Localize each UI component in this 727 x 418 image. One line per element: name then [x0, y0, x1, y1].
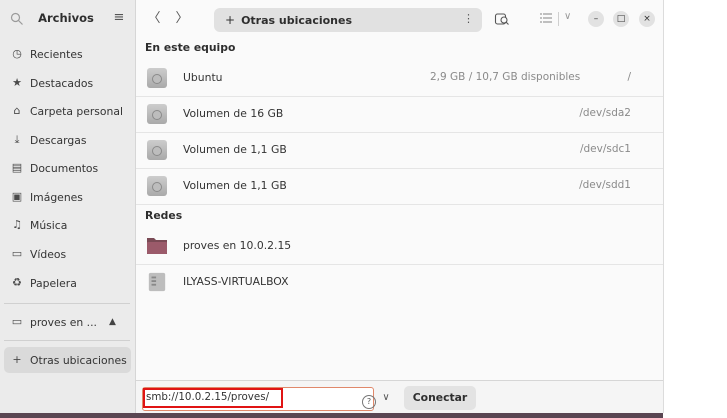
- star-icon: ★: [12, 76, 22, 89]
- network-folder-icon: [147, 238, 167, 254]
- volume-path: /dev/sdd1: [579, 179, 631, 191]
- video-icon: ▭: [11, 247, 23, 260]
- sidebar-item-papelera[interactable]: ♻ Papelera: [4, 270, 131, 296]
- sidebar-item-otras-ubicaciones[interactable]: + Otras ubicaciones: [4, 347, 131, 373]
- list-view-icon[interactable]: [540, 12, 552, 24]
- volume-path: /: [627, 71, 631, 83]
- search-icon[interactable]: [10, 12, 24, 26]
- volume-row[interactable]: Volumen de 1,1 GB /dev/sdd1: [136, 168, 663, 205]
- sidebar-divider: [4, 303, 130, 304]
- maximize-button[interactable]: □: [613, 11, 629, 27]
- connect-button[interactable]: Conectar: [404, 386, 476, 410]
- sidebar-divider: [4, 340, 130, 341]
- home-icon: ⌂: [13, 104, 21, 117]
- sidebar-item-carpeta-personal[interactable]: ⌂ Carpeta personal: [4, 98, 131, 124]
- app-title: Archivos: [38, 11, 94, 25]
- file-manager-window: Archivos ≡ ◷ Recientes ★ Destacados ⌂ Ca…: [0, 0, 664, 414]
- sidebar: Archivos ≡ ◷ Recientes ★ Destacados ⌂ Ca…: [0, 0, 136, 413]
- volume-info: 2,9 GB / 10,7 GB disponibles: [430, 71, 581, 83]
- plus-icon: +: [12, 353, 22, 366]
- sidebar-item-label: Descargas: [30, 133, 87, 147]
- volume-name: Volumen de 1,1 GB: [183, 179, 287, 192]
- sidebar-item-destacados[interactable]: ★ Destacados: [4, 70, 131, 96]
- header-bar: 〈 〉 + Otras ubicaciones ⋮ ∨ – □ ×: [136, 0, 663, 38]
- sidebar-item-label: Recientes: [30, 47, 83, 61]
- help-icon[interactable]: ?: [362, 395, 376, 409]
- forward-icon[interactable]: 〉: [174, 10, 190, 28]
- back-icon[interactable]: 〈: [146, 10, 162, 28]
- disk-icon: [147, 68, 167, 88]
- clock-icon: ◷: [12, 47, 22, 60]
- sidebar-item-descargas[interactable]: ⤓ Descargas: [4, 127, 131, 153]
- disk-icon: [147, 176, 167, 196]
- network-row[interactable]: ILYASS-VIRTUALBOX: [136, 264, 663, 300]
- volume-name: Volumen de 16 GB: [183, 107, 284, 120]
- volume-path: /dev/sdc1: [579, 143, 631, 155]
- volume-row[interactable]: Ubuntu 2,9 GB / 10,7 GB disponibles /: [136, 60, 663, 97]
- music-icon: ♫: [12, 218, 22, 231]
- disk-icon: [147, 104, 167, 124]
- network-name: ILYASS-VIRTUALBOX: [183, 275, 289, 288]
- volume-name: Ubuntu: [183, 71, 223, 84]
- more-options-icon[interactable]: ⋮: [463, 12, 474, 25]
- computer-icon: [148, 272, 166, 292]
- sidebar-item-label: Música: [30, 218, 68, 232]
- trash-icon: ♻: [12, 276, 22, 289]
- sidebar-item-label: Otras ubicaciones: [30, 353, 127, 367]
- volume-name: Volumen de 1,1 GB: [183, 143, 287, 156]
- server-address-input[interactable]: [146, 391, 346, 403]
- search-location-icon[interactable]: [494, 11, 510, 27]
- minimize-button[interactable]: –: [588, 11, 604, 27]
- section-header-networks: Redes: [145, 209, 183, 222]
- server-address-field[interactable]: ?: [142, 387, 376, 411]
- plus-icon: +: [225, 13, 236, 27]
- network-folder-icon: ▭: [11, 315, 23, 328]
- sidebar-item-label: Documentos: [30, 161, 99, 175]
- close-button[interactable]: ×: [639, 11, 655, 27]
- document-icon: ▤: [11, 161, 23, 174]
- sidebar-item-label: Destacados: [30, 76, 94, 90]
- toolbar-divider: [558, 12, 559, 26]
- network-name: proves en 10.0.2.15: [183, 239, 292, 252]
- sidebar-item-recientes[interactable]: ◷ Recientes: [4, 41, 131, 67]
- desktop-strip: [0, 413, 663, 418]
- image-icon: ▣: [11, 190, 23, 203]
- sidebar-item-label: Carpeta personal: [30, 104, 123, 118]
- download-icon: ⤓: [14, 133, 20, 146]
- sidebar-item-label: Papelera: [30, 276, 77, 290]
- sidebar-item-documentos[interactable]: ▤ Documentos: [4, 155, 131, 181]
- chevron-down-icon[interactable]: ∨: [564, 11, 576, 23]
- network-row[interactable]: proves en 10.0.2.15: [136, 228, 663, 265]
- sidebar-header: Archivos ≡: [0, 0, 135, 38]
- sidebar-item-proves-mount[interactable]: ▭ proves en ... ▲: [4, 309, 131, 335]
- main-menu-icon[interactable]: ≡: [112, 10, 126, 26]
- sidebar-item-videos[interactable]: ▭ Vídeos: [4, 241, 131, 267]
- volume-row[interactable]: Volumen de 16 GB /dev/sda2: [136, 96, 663, 133]
- disk-icon: [147, 140, 167, 160]
- connect-bar: ? ∨ Conectar: [136, 380, 663, 414]
- sidebar-item-imagenes[interactable]: ▣ Imágenes: [4, 184, 131, 210]
- section-header-this-computer: En este equipo: [145, 41, 236, 54]
- sidebar-item-label: proves en ...: [30, 315, 97, 329]
- volume-path: /dev/sda2: [579, 107, 631, 119]
- sidebar-item-label: Vídeos: [30, 247, 67, 261]
- path-bar[interactable]: + Otras ubicaciones ⋮: [214, 8, 482, 32]
- path-label: Otras ubicaciones: [241, 13, 353, 27]
- sidebar-item-musica[interactable]: ♫ Música: [4, 212, 131, 238]
- volume-row[interactable]: Volumen de 1,1 GB /dev/sdc1: [136, 132, 663, 169]
- sidebar-item-label: Imágenes: [30, 190, 83, 204]
- eject-icon[interactable]: ▲: [109, 317, 116, 327]
- chevron-down-icon[interactable]: ∨: [377, 388, 395, 408]
